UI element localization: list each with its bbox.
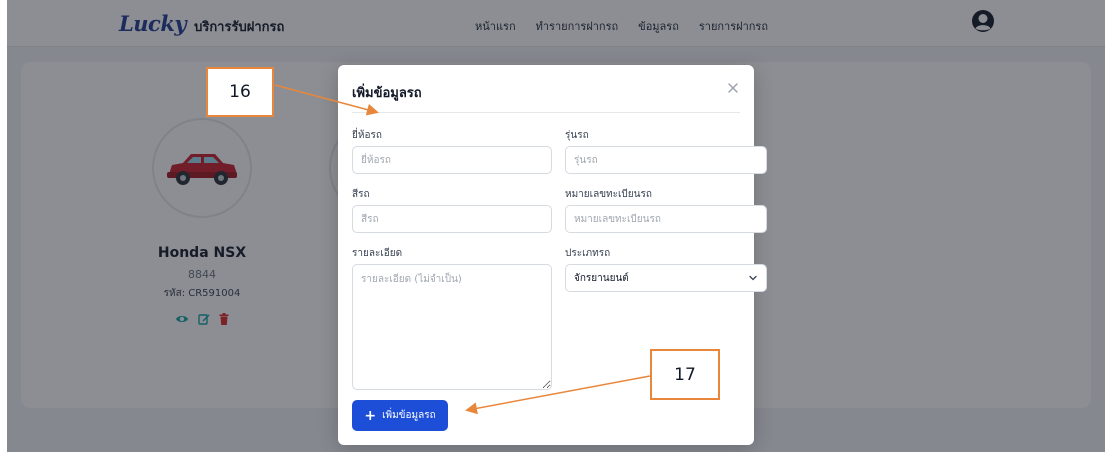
color-input[interactable] xyxy=(352,205,552,233)
model-input[interactable] xyxy=(565,146,767,174)
type-select-value: จักรยานยนต์ xyxy=(574,272,629,284)
plate-label: หมายเลขทะเบียนรถ xyxy=(565,189,652,200)
close-icon[interactable] xyxy=(726,81,740,95)
color-label: สีรถ xyxy=(352,189,370,200)
plate-input[interactable] xyxy=(565,205,767,233)
model-label: รุ่นรถ xyxy=(565,130,589,141)
brand-input[interactable] xyxy=(352,146,552,174)
modal-title: เพิ่มข้อมูลรถ xyxy=(352,86,422,101)
type-label: ประเภทรถ xyxy=(565,248,611,259)
add-car-button-label: เพิ่มข้อมูลรถ xyxy=(382,410,436,421)
callout-16: 16 xyxy=(206,67,274,117)
add-car-button[interactable]: + เพิ่มข้อมูลรถ xyxy=(352,400,448,431)
chevron-down-icon xyxy=(749,275,757,281)
details-textarea[interactable] xyxy=(352,264,552,390)
details-label: รายละเอียด xyxy=(352,248,403,259)
brand-label: ยี่ห้อรถ xyxy=(352,130,382,141)
app-frame: Lucky บริการรับฝากรถ หน้าแรก ทำรายการฝาก… xyxy=(7,0,1105,452)
callout-17: 17 xyxy=(650,349,720,400)
type-select[interactable]: จักรยานยนต์ xyxy=(565,264,767,292)
modal-divider xyxy=(352,112,740,113)
plus-icon: + xyxy=(364,407,377,424)
